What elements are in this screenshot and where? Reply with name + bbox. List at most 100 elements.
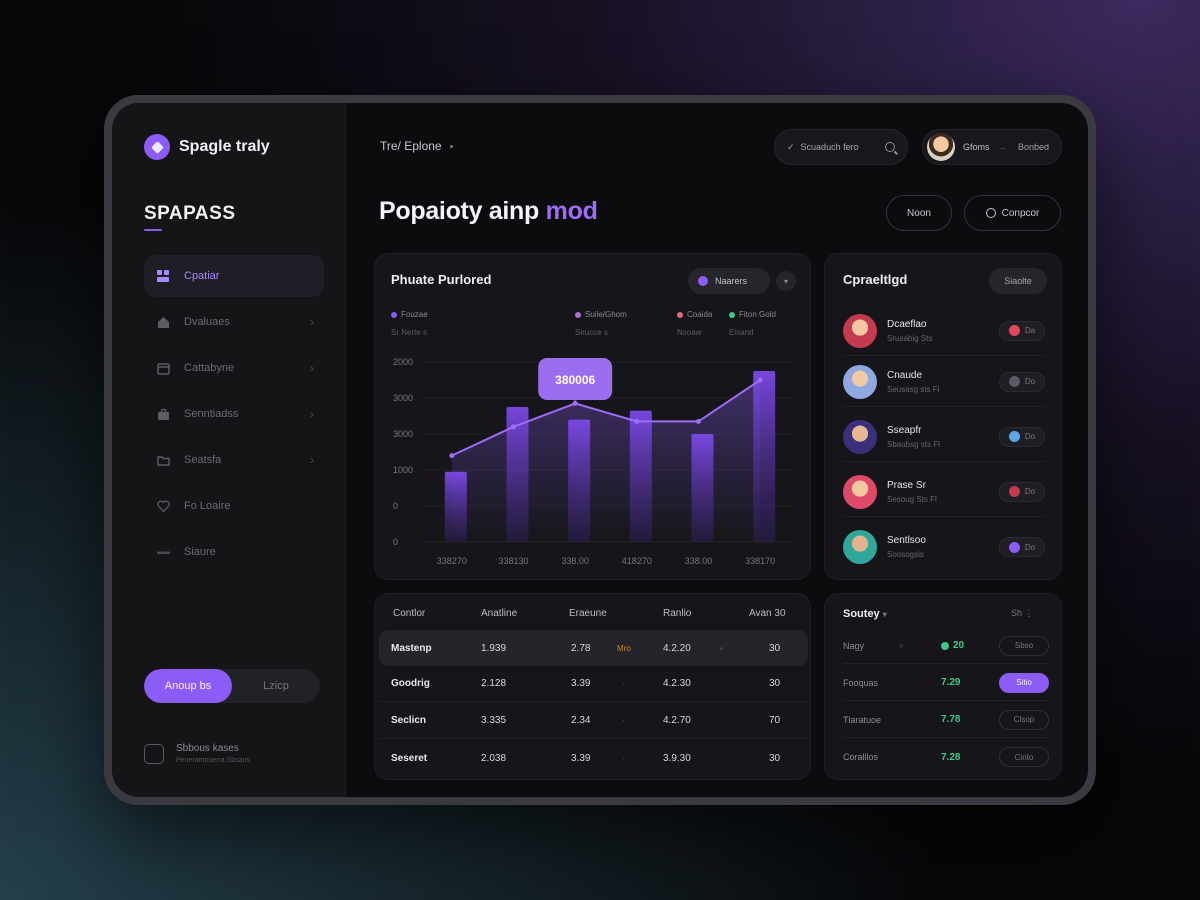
row-mark: · xyxy=(622,753,625,763)
primary-action-button[interactable]: Noon xyxy=(886,195,952,231)
status-badge[interactable]: Do xyxy=(999,481,1045,502)
list-item[interactable]: Prase Sr Sesoug Sts Fl Do xyxy=(843,467,1045,517)
person-name: Cnaude xyxy=(887,369,923,381)
summary-row-button[interactable]: Sitio xyxy=(999,672,1049,693)
status-badge[interactable]: Do xyxy=(999,537,1045,557)
folder-icon xyxy=(156,453,170,467)
status-badge[interactable]: Do xyxy=(999,371,1045,392)
row-mark: · xyxy=(622,679,625,688)
list-item[interactable]: Dcaeflao Srusabig Sts Da xyxy=(843,306,1045,356)
brand-logo-icon xyxy=(144,134,170,160)
breadcrumb[interactable]: Tre/ Eplone xyxy=(380,139,453,153)
cell: 2.038 xyxy=(481,752,507,764)
status-badge[interactable]: Do xyxy=(999,426,1045,447)
table-row[interactable]: Seclicn 3.335 2.34 · 4.2.70 70 xyxy=(379,703,808,739)
summary-row[interactable]: Fooquas 7.29 Sitio xyxy=(843,665,1049,701)
table-row[interactable]: Goodrig 2.128 3.39 · 4.2.30 30 xyxy=(379,666,808,702)
status-dot-icon xyxy=(1008,541,1020,553)
status-badge[interactable]: Da xyxy=(999,320,1045,341)
summary-value: 7.28 xyxy=(941,752,960,763)
toggle-option-off[interactable]: Lzicp xyxy=(232,669,320,703)
search-text: Scuaduch fero xyxy=(800,142,859,152)
summary-row[interactable]: Nagy » 20 Sbso xyxy=(843,628,1049,664)
grid-icon xyxy=(156,269,170,283)
sidebar-item-home[interactable]: Dvaluaes › xyxy=(144,301,324,343)
briefcase-icon xyxy=(156,407,170,421)
summary-value: 7.29 xyxy=(941,677,960,688)
sidebar-item-calendar[interactable]: Cattabyne › xyxy=(144,347,324,389)
people-card-button[interactable]: Siaolte xyxy=(989,268,1047,294)
status-dot-icon xyxy=(1008,376,1020,387)
sidebar-item-briefcase[interactable]: Senntiadss › xyxy=(144,393,324,435)
gear-icon xyxy=(985,208,996,218)
sidebar-item-folder[interactable]: Seatsfa › xyxy=(144,439,324,481)
list-item[interactable]: Sseapfr Sbaubsg sts Fl Do xyxy=(843,412,1045,462)
chevron-right-icon: › xyxy=(310,453,314,467)
summary-value-text: 7.28 xyxy=(941,751,961,763)
more-options-icon[interactable]: Sh ⋮ xyxy=(1011,608,1034,619)
summary-title-text: Soutey xyxy=(843,608,880,620)
y-tick-label: 1000 xyxy=(393,465,413,475)
chevron-right-icon: › xyxy=(310,407,314,421)
chevron-right-icon: › xyxy=(310,315,314,329)
calendar-icon xyxy=(156,361,170,375)
app-window: Spagle traly SPAPASS Cpatiar Dvaluaes › xyxy=(112,103,1088,797)
summary-row-button[interactable]: Cinto xyxy=(999,747,1049,767)
summary-row-button[interactable]: Sbso xyxy=(999,635,1049,656)
sidebar-item-dashboard[interactable]: Cpatiar xyxy=(144,255,324,297)
column-header[interactable]: Eraeune xyxy=(569,608,607,619)
cell: 1.939 xyxy=(481,642,507,654)
status-dot-icon xyxy=(941,641,949,650)
mode-toggle[interactable]: Anoup bs Lzicp xyxy=(144,669,320,703)
sidebar-item-label: Seatsfa xyxy=(184,454,222,466)
user-menu[interactable]: Gfoms → Bonbed xyxy=(922,129,1062,165)
status-dot-icon xyxy=(1008,486,1020,497)
toggle-option-on[interactable]: Anoup bs xyxy=(144,669,232,703)
search-icon[interactable] xyxy=(885,142,895,152)
x-tick-label: 338.00 xyxy=(685,556,713,566)
summary-label: Tlaratuoe xyxy=(843,714,882,725)
column-header[interactable]: Contlor xyxy=(393,608,425,619)
data-point xyxy=(634,418,640,424)
table-row[interactable]: Seseret 2.038 3.39 · 3.9.30 30 xyxy=(379,740,808,776)
brand[interactable]: Spagle traly xyxy=(144,134,270,160)
data-point xyxy=(757,377,763,383)
chart-bar xyxy=(444,471,467,542)
cell: 2.78 xyxy=(571,642,591,654)
chevron-down-icon[interactable]: ▾ xyxy=(883,610,887,619)
secondary-action-button[interactable]: Conpcor xyxy=(964,195,1061,231)
home-icon xyxy=(156,315,170,329)
sidebar-item-favorites[interactable]: Fo Loaire xyxy=(144,485,324,527)
avatar xyxy=(927,133,955,161)
column-header[interactable]: Avan 30 xyxy=(749,608,786,619)
summary-row[interactable]: Coralilos 7.28 Cinto xyxy=(843,739,1049,775)
column-header[interactable]: Anatline xyxy=(481,608,517,619)
list-item[interactable]: Sentlsoo Soosogsis Do xyxy=(843,522,1045,572)
x-tick-label: 418270 xyxy=(622,556,652,566)
cell: 30 xyxy=(769,752,781,764)
row-mark: · xyxy=(622,716,625,725)
chart-bar xyxy=(629,410,652,542)
column-header[interactable]: Ranlio xyxy=(663,608,691,619)
sidebar-footer[interactable]: Sbbous kases Penerampuerra Sbsans xyxy=(144,743,250,764)
table-row[interactable]: Mastenp 1.939 2.78 Mro 4.2.20 ▪ 30 xyxy=(379,630,808,666)
data-table: Contlor Anatline Eraeune Ranlio Avan 30 … xyxy=(374,593,811,780)
avatar xyxy=(843,419,877,454)
section-underline xyxy=(144,229,162,231)
row-mark: ▪ xyxy=(720,643,723,653)
data-point xyxy=(696,418,701,424)
list-item[interactable]: Cnaude Seusasg sts Fl Do xyxy=(843,357,1045,407)
sidebar-item-more[interactable]: Siaure xyxy=(144,531,324,573)
summary-row[interactable]: Tlaratuoe 7.78 Clsop xyxy=(843,702,1049,738)
summary-row-button[interactable]: Clsop xyxy=(999,709,1049,730)
badge-label: Do xyxy=(1024,542,1036,552)
x-tick-label: 338270 xyxy=(437,556,467,566)
sidebar-nav: Cpatiar Dvaluaes › Cattabyne › Senntiads… xyxy=(144,255,324,577)
dot-icon xyxy=(449,145,453,149)
chart-bar xyxy=(691,434,714,542)
user-name: Gfoms xyxy=(963,142,990,152)
check-icon: ✓ xyxy=(787,141,795,152)
cell: 3.39 xyxy=(571,678,591,689)
y-tick-label: 0 xyxy=(393,537,398,547)
search-bar[interactable]: ✓ Scuaduch fero xyxy=(774,129,908,165)
